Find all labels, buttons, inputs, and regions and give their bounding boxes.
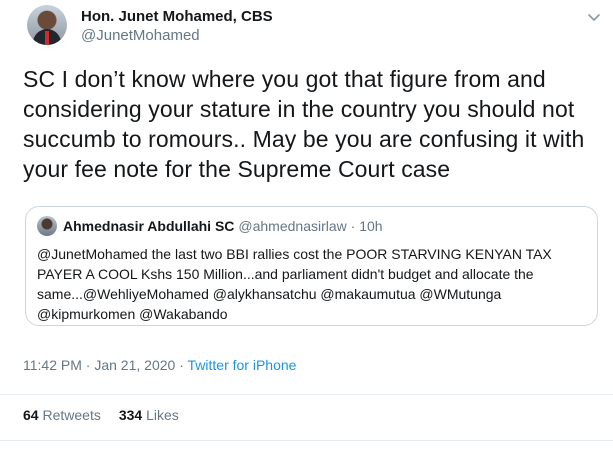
author-handle[interactable]: @JunetMohamed (81, 27, 273, 45)
tweet-text: SC I don’t know where you got that figur… (23, 66, 585, 182)
quoted-tweet-header: Ahmednasir Abdullahi SC @ahmednasirlaw · … (37, 216, 383, 236)
quoted-tweet[interactable]: Ahmednasir Abdullahi SC @ahmednasirlaw · … (25, 206, 598, 326)
author-avatar[interactable] (27, 5, 67, 45)
chevron-down-icon[interactable] (586, 9, 602, 25)
tweet-stats: 64 Retweets 334 Likes (23, 407, 179, 423)
quoted-tweet-text: @JunetMohamed the last two BBI rallies c… (37, 246, 552, 322)
divider (0, 394, 613, 395)
tweet-time[interactable]: 11:42 PM (23, 357, 82, 373)
avatar-tie (45, 31, 49, 45)
tweet-header: Hon. Junet Mohamed, CBS @JunetMohamed (27, 5, 602, 45)
meta-separator: · (175, 357, 188, 373)
retweets-count: 64 (23, 407, 39, 423)
retweets-label: Retweets (42, 407, 101, 423)
quoted-author-handle: @ahmednasirlaw (238, 218, 347, 234)
quoted-author-avatar (37, 216, 57, 236)
likes-count: 334 (118, 407, 143, 423)
tweet-source-link[interactable]: Twitter for iPhone (188, 357, 297, 373)
quoted-separator: · (346, 218, 360, 234)
tweet-date[interactable]: Jan 21, 2020 (94, 357, 175, 373)
quoted-timestamp: 10h (359, 218, 383, 234)
quoted-author-name: Ahmednasir Abdullahi SC (63, 218, 235, 234)
meta-separator: · (81, 357, 95, 373)
author-name-block[interactable]: Hon. Junet Mohamed, CBS @JunetMohamed (81, 8, 273, 45)
divider (0, 440, 613, 441)
likes-label: Likes (146, 407, 179, 423)
likes-stat[interactable]: 334 Likes (119, 407, 179, 423)
author-display-name[interactable]: Hon. Junet Mohamed, CBS (81, 8, 273, 26)
tweet-meta: 11:42 PM · Jan 21, 2020 · Twitter for iP… (23, 357, 296, 373)
retweets-stat[interactable]: 64 Retweets (23, 407, 101, 423)
